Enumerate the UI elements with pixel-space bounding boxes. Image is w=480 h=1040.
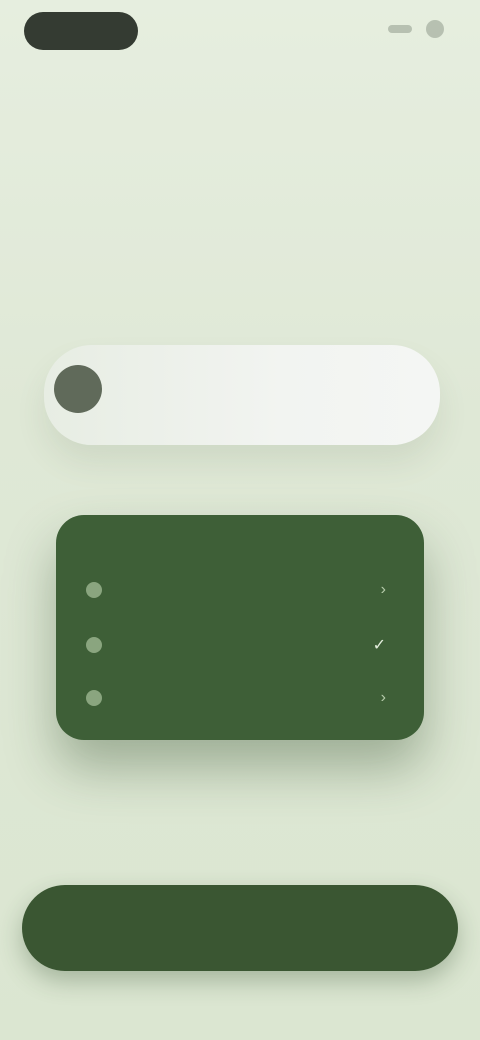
- bullet-icon: [86, 637, 102, 653]
- plan-item[interactable]: ›: [86, 570, 386, 610]
- avatar: [54, 365, 102, 413]
- menu-icon[interactable]: [388, 25, 412, 33]
- chevron-right-icon: ›: [380, 689, 386, 706]
- preview-card[interactable]: [44, 345, 440, 445]
- top-bar: [0, 0, 480, 70]
- chevron-right-icon: ›: [380, 581, 386, 598]
- plan-item[interactable]: ›: [86, 678, 386, 718]
- bullet-icon: [86, 582, 102, 598]
- primary-cta-button[interactable]: [22, 885, 458, 971]
- bullet-icon: [86, 690, 102, 706]
- plan-item[interactable]: ✓: [86, 625, 386, 665]
- check-icon: ✓: [372, 637, 386, 654]
- header-actions: [388, 20, 444, 38]
- app-screen: › ✓ ›: [0, 0, 480, 1040]
- brand-logo[interactable]: [24, 12, 138, 50]
- profile-icon[interactable]: [426, 20, 444, 38]
